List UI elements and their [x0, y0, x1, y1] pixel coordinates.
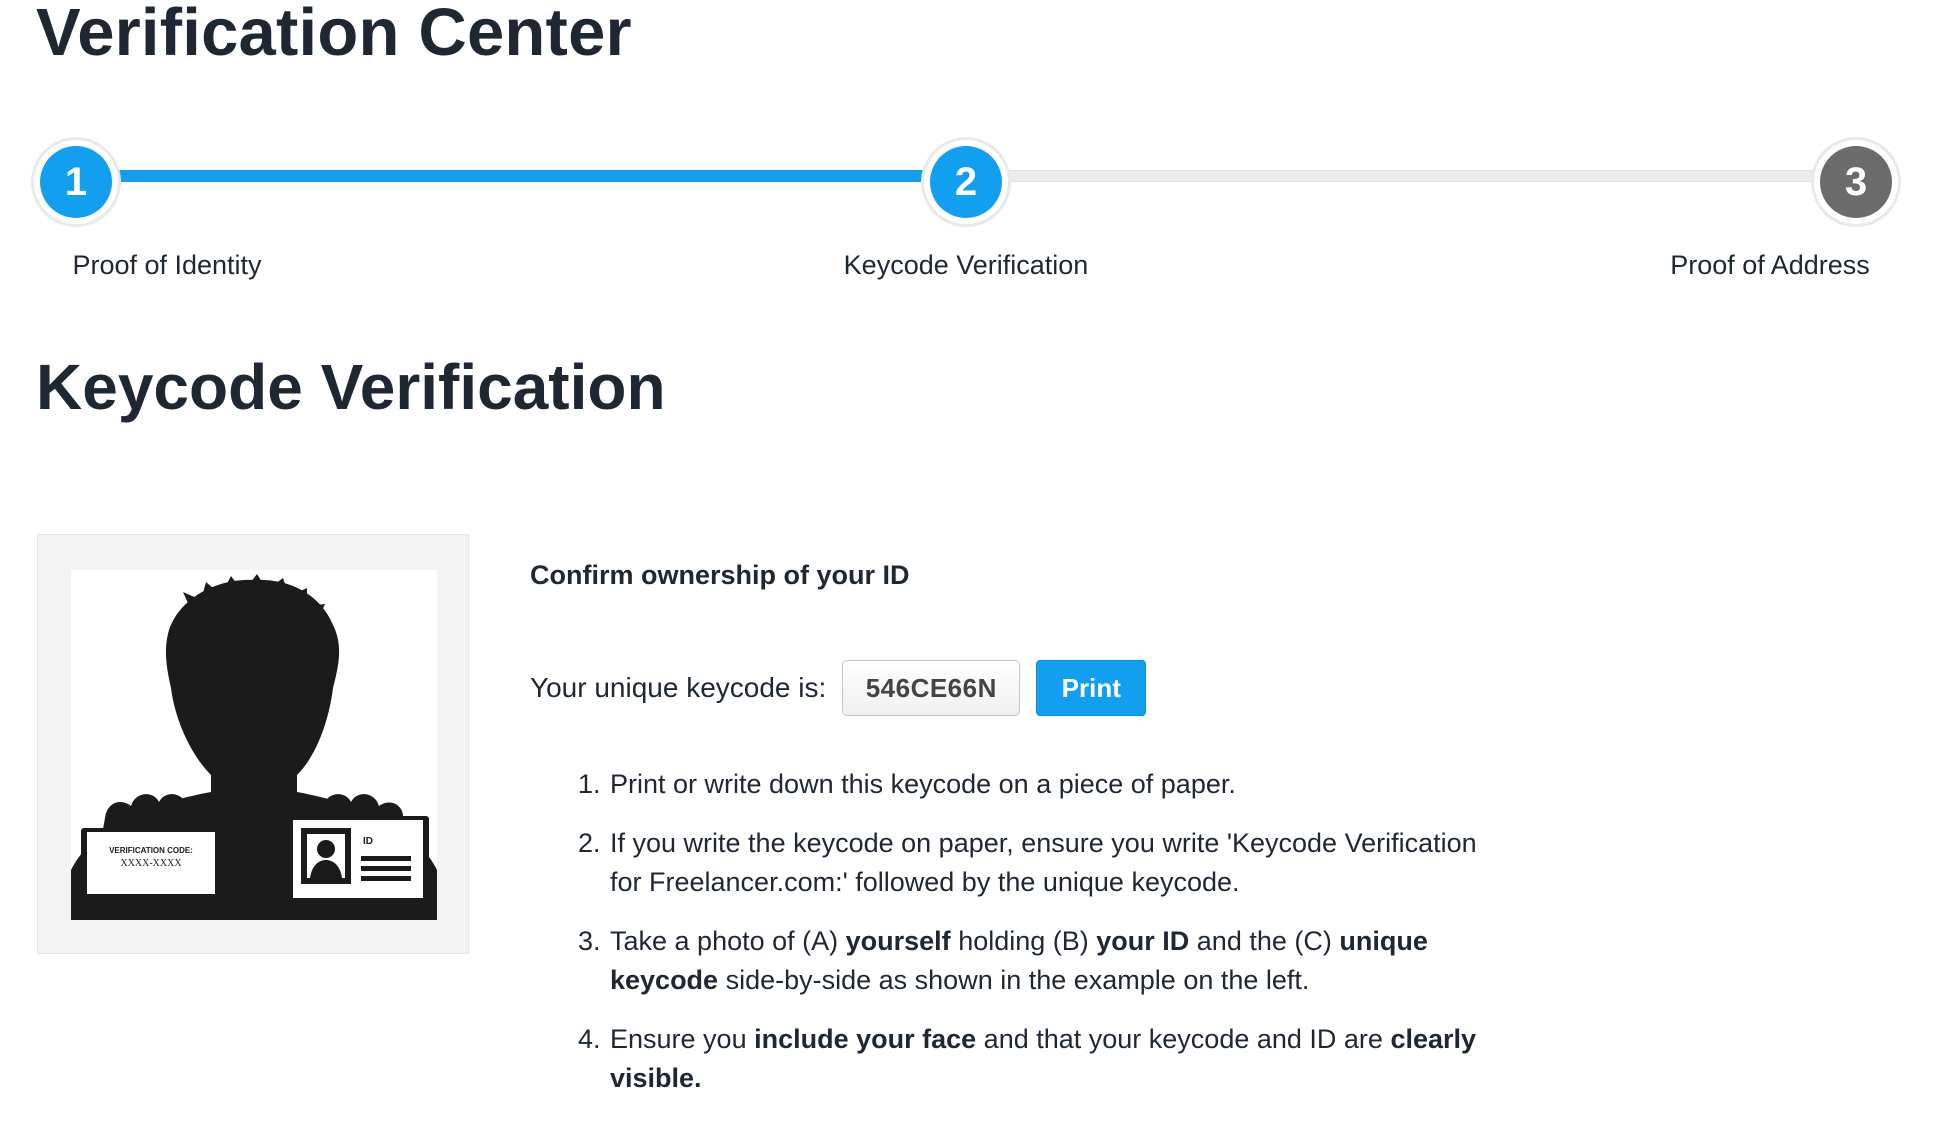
instruction-item: If you write the keycode on paper, ensur…	[608, 824, 1508, 902]
person-holding-id-illustration: VERIFICATION CODE: XXXX-XXXX ID	[71, 570, 437, 920]
instruction-emphasis: include your face	[754, 1024, 977, 1054]
step-3-marker[interactable]: 3	[1814, 140, 1898, 224]
instruction-item: Ensure you include your face and that yo…	[608, 1020, 1508, 1098]
step-1-circle: 1	[40, 146, 112, 218]
instruction-text: side-by-side as shown in the example on …	[718, 965, 1310, 995]
step-3-circle: 3	[1820, 146, 1892, 218]
instruction-text: Take a photo of (A)	[610, 926, 846, 956]
progress-track-fill	[110, 170, 966, 182]
instruction-text: holding (B)	[950, 926, 1097, 956]
keycode-row: Your unique keycode is: 546CE66N Print	[530, 660, 1147, 716]
instruction-text: and that your keycode and ID are	[976, 1024, 1391, 1054]
illustration-id-label: ID	[363, 836, 373, 847]
keycode-content: Confirm ownership of your ID Your unique…	[530, 560, 1530, 1093]
instruction-item: Print or write down this keycode on a pi…	[608, 765, 1508, 804]
instruction-emphasis: yourself	[845, 926, 951, 956]
step-3-label: Proof of Address	[1670, 250, 1870, 280]
step-2-circle: 2	[930, 146, 1002, 218]
confirm-heading: Confirm ownership of your ID	[530, 560, 910, 590]
step-1-label: Proof of Identity	[72, 250, 262, 280]
illustration-code-value: XXXX-XXXX	[120, 858, 182, 869]
section-title: Keycode Verification	[36, 351, 666, 423]
instructions-list: Print or write down this keycode on a pi…	[568, 765, 1508, 1118]
illustration-code-label: VERIFICATION CODE:	[109, 846, 193, 855]
instruction-text: Ensure you	[610, 1024, 755, 1054]
progress-stepper: 1 2 3 Proof of Identity Keycode Verifica…	[0, 0, 1958, 300]
instruction-text: If you write the keycode on paper, ensur…	[610, 828, 1477, 897]
instruction-emphasis: your ID	[1096, 926, 1190, 956]
print-button[interactable]: Print	[1036, 660, 1147, 716]
example-photo-illustration: VERIFICATION CODE: XXXX-XXXX ID	[37, 534, 469, 954]
keycode-label: Your unique keycode is:	[530, 672, 827, 703]
step-2-label: Keycode Verification	[843, 250, 1089, 280]
instruction-text: and the (C)	[1189, 926, 1340, 956]
step-2-marker[interactable]: 2	[924, 140, 1008, 224]
step-1-marker[interactable]: 1	[34, 140, 118, 224]
instruction-item: Take a photo of (A) yourself holding (B)…	[608, 922, 1508, 1000]
instruction-text: Print or write down this keycode on a pi…	[610, 769, 1236, 799]
keycode-value[interactable]: 546CE66N	[842, 660, 1021, 716]
